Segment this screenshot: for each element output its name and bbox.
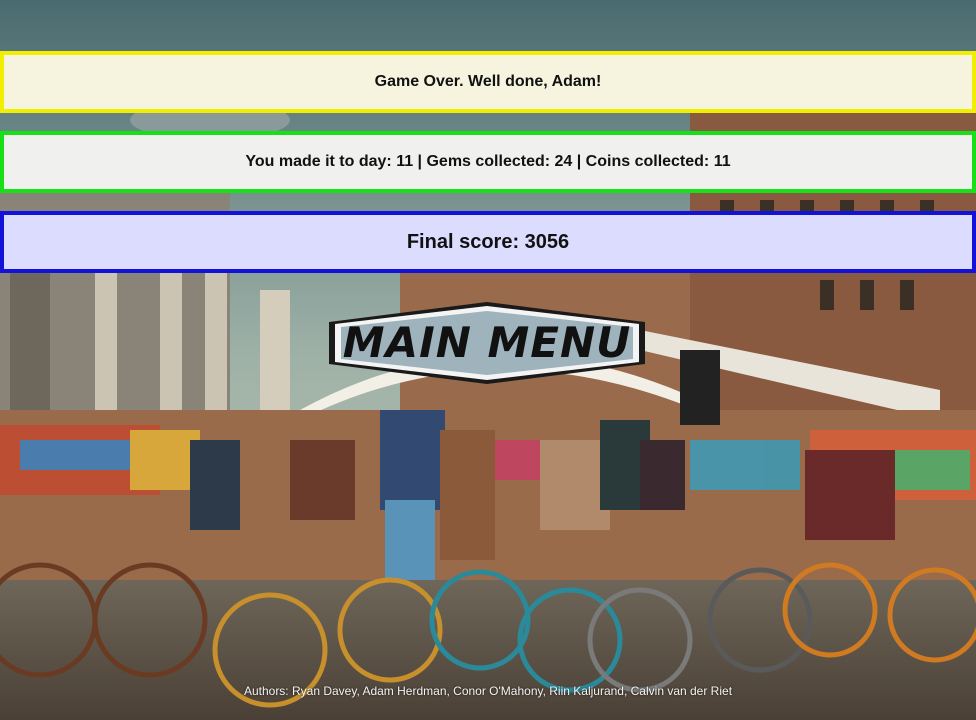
game-over-banner: Game Over. Well done, Adam! [0, 51, 976, 113]
stats-text: You made it to day: 11 | Gems collected:… [245, 153, 731, 170]
main-menu-label: MAIN MENU [342, 317, 632, 367]
final-score-text: Final score: 3056 [406, 230, 570, 253]
authors-credit: Authors: Ryan Davey, Adam Herdman, Conor… [243, 684, 733, 698]
stats-banner: You made it to day: 11 | Gems collected:… [0, 131, 976, 193]
game-over-text: Game Over. Well done, Adam! [374, 73, 602, 90]
final-score-banner: Final score: 3056 [0, 211, 976, 273]
main-menu-button[interactable]: MAIN MENU [327, 300, 647, 390]
